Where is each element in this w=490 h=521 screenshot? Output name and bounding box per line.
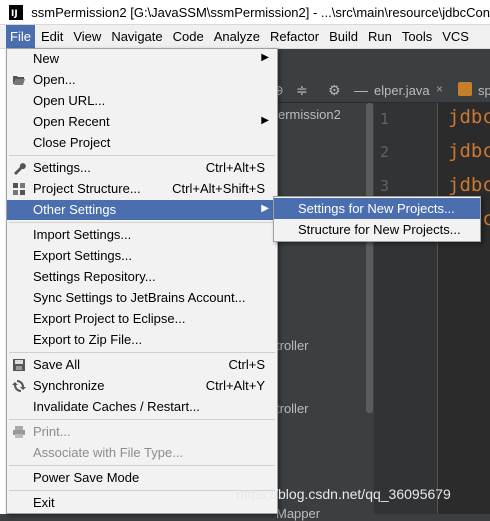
menu-run[interactable]: Run [364,25,396,48]
collapse-icon[interactable]: ≑ [296,82,308,99]
menu-item-settings-repository[interactable]: Settings Repository... [7,267,277,287]
menu-item-invalidate-caches[interactable]: Invalidate Caches / Restart... [7,397,277,417]
menu-build[interactable]: Build [325,25,362,48]
menu-item-sync-settings[interactable]: Sync Settings to JetBrains Account... [7,288,277,308]
menu-tools[interactable]: Tools [398,25,436,48]
menu-item-open-url[interactable]: Open URL... [7,91,277,111]
file-menu-dropdown: New ▶ Open... Open URL... Open Recent ▶ … [6,48,278,514]
tree-item[interactable]: troller [276,338,309,353]
menu-item-synchronize[interactable]: Synchronize Ctrl+Alt+Y [7,376,277,396]
menu-item-open[interactable]: Open... [7,70,277,90]
menu-item-other-settings[interactable]: Other Settings ▶ [7,200,277,220]
tab-sp[interactable]: sp [478,83,490,98]
menu-item-save-all[interactable]: Save All Ctrl+S [7,355,277,375]
menu-separator [9,419,275,420]
menu-item-power-save-mode[interactable]: Power Save Mode [7,468,277,488]
save-icon [13,359,25,371]
title-bar: IJ ssmPermission2 [G:\JavaSSM\ssmPermiss… [0,0,490,25]
watermark-text: https://blog.csdn.net/qq_36095679 [236,486,451,502]
tab-helper-java[interactable]: elper.java [374,83,430,98]
menu-item-export-settings[interactable]: Export Settings... [7,246,277,266]
code-line[interactable]: jdbc [448,106,490,128]
project-root-label[interactable]: ermission2 [278,107,341,122]
menu-analyze[interactable]: Analyze [210,25,264,48]
menu-separator [9,155,275,156]
line-number: 1 [380,110,390,128]
tab-close-icon[interactable]: × [436,82,443,96]
hide-icon[interactable]: — [354,82,368,98]
menu-item-project-structure[interactable]: Project Structure... Ctrl+Alt+Shift+S [7,179,277,199]
project-panel [268,78,374,514]
menu-vcs[interactable]: VCS [438,25,473,48]
menu-item-open-recent[interactable]: Open Recent ▶ [7,112,277,132]
menu-item-export-zip[interactable]: Export to Zip File... [7,330,277,350]
code-line[interactable]: jdbc [448,174,490,196]
menu-edit[interactable]: Edit [37,25,67,48]
menu-item-close-project[interactable]: Close Project [7,133,277,153]
menu-file[interactable]: File [6,25,35,48]
editor-tabs: elper.java × sp [374,78,490,103]
menu-separator [9,465,275,466]
sync-icon [12,380,26,392]
menu-item-structure-new-projects[interactable]: Structure for New Projects... [274,219,480,240]
menu-item-associate-file-type: Associate with File Type... [33,445,184,460]
submenu-arrow-icon: ▶ [261,203,269,214]
menu-separator [9,222,275,223]
menu-item-settings[interactable]: Settings... Ctrl+Alt+S [7,158,277,178]
intellij-app-icon: IJ [9,4,24,20]
folder-open-icon [13,76,25,85]
menu-code[interactable]: Code [169,25,208,48]
menu-refactor[interactable]: Refactor [266,25,323,48]
gear-icon[interactable]: ⚙ [328,82,341,99]
project-panel-toolbar: ⊕ ≑ ⚙ — [268,78,374,103]
code-line[interactable]: jdbc [448,140,490,162]
menu-navigate[interactable]: Navigate [107,25,166,48]
project-structure-icon [13,183,25,195]
line-number: 3 [380,177,390,195]
menu-item-print: Print... [7,422,277,442]
other-settings-submenu: Settings for New Projects... Structure f… [273,196,481,242]
submenu-arrow-icon: ▶ [261,52,269,63]
menu-item-settings-new-projects[interactable]: Settings for New Projects... [274,198,480,219]
line-number: 2 [380,143,390,161]
menu-item-import-settings[interactable]: Import Settings... [7,225,277,245]
menu-separator [9,352,275,353]
code-editor[interactable] [438,103,490,514]
menu-item-export-eclipse[interactable]: Export Project to Eclipse... [7,309,277,329]
submenu-arrow-icon: ▶ [261,115,269,126]
window-title: ssmPermission2 [G:\JavaSSM\ssmPermission… [31,4,490,20]
print-icon [13,426,25,438]
menu-view[interactable]: View [69,25,105,48]
tree-item[interactable]: troller [276,401,309,416]
line-number-gutter [374,103,438,514]
menu-item-new[interactable]: New ▶ [7,49,277,69]
project-scrollbar[interactable] [366,103,373,413]
menu-bar: File Edit View Navigate Code Analyze Ref… [0,25,490,49]
wrench-icon [14,163,26,175]
spring-file-icon [458,82,472,96]
